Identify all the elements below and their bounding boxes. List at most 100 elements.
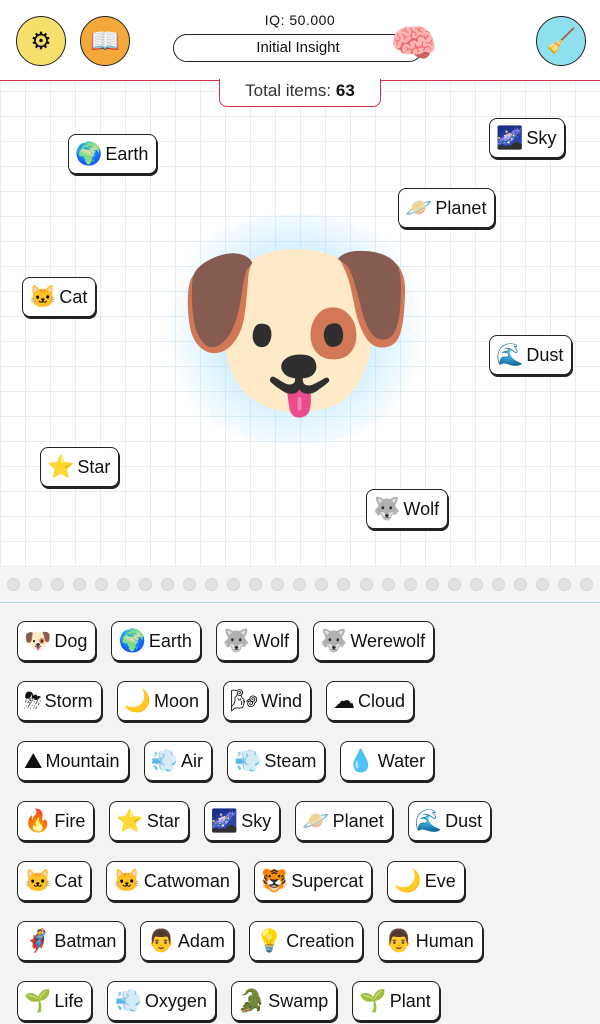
steam-icon: 💨	[233, 748, 262, 773]
inventory-row: ⛰ Mountain 💨 Air 💨 Steam 💧 Water	[17, 741, 435, 781]
inventory-item-supercat[interactable]: 🐯 Supercat	[253, 861, 373, 901]
gear-icon: ⚙	[30, 27, 52, 55]
inventory-item-sky[interactable]: 🌌 Sky	[203, 801, 281, 841]
item-label: Cat	[54, 870, 83, 891]
inventory-item-mountain[interactable]: ⛰ Mountain	[17, 741, 129, 781]
binding-ring	[469, 578, 483, 591]
inventory-item-steam[interactable]: 💨 Steam	[226, 741, 326, 781]
canvas-item-wolf[interactable]: 🐺 Wolf	[366, 489, 449, 529]
inventory-item-dog[interactable]: 🐶 Dog	[17, 621, 97, 661]
total-items: Total items: 63	[219, 79, 381, 107]
canvas-item-sky[interactable]: 🌌 Sky	[489, 118, 566, 158]
cat-icon: 🐱	[29, 284, 57, 309]
inventory-panel[interactable]: 🐶 Dog 🌍 Earth 🐺 Wolf 🐺 Werewolf ⛈ Storm 🌙 Moon 🌬 Wind…	[0, 604, 600, 1024]
binding-ring	[513, 578, 527, 591]
inventory-item-eve[interactable]: 🌙 Eve	[387, 861, 465, 901]
inventory-item-oxygen[interactable]: 💨 Oxygen	[107, 981, 216, 1021]
inventory-item-air[interactable]: 💨 Air	[143, 741, 212, 781]
canvas-item-cat[interactable]: 🐱 Cat	[22, 277, 97, 317]
inventory-item-wind[interactable]: 🌬 Wind	[223, 681, 312, 721]
wolf-icon: 🐺	[222, 628, 251, 653]
binding-ring	[447, 578, 461, 591]
item-label: Oxygen	[144, 990, 207, 1011]
inventory-item-water[interactable]: 💧 Water	[340, 741, 435, 781]
item-label: Human	[415, 930, 474, 951]
dust-icon: 🌊	[496, 342, 524, 367]
crafting-canvas[interactable]: Total items: 63 🐶 🌍 Earth 🌌 Sky 🪐 Planet 🐱 C…	[0, 79, 600, 567]
binding-ring	[50, 578, 64, 591]
inventory-item-werewolf[interactable]: 🐺 Werewolf	[312, 621, 435, 661]
human-icon: 👨	[385, 928, 413, 953]
dog-icon[interactable]: 🐶	[150, 214, 442, 444]
total-label: Total items:	[245, 81, 332, 100]
inventory-item-cloud[interactable]: ☁ Cloud	[326, 681, 415, 721]
inventory-item-dust[interactable]: 🌊 Dust	[407, 801, 492, 841]
inventory-item-wolf[interactable]: 🐺 Wolf	[215, 621, 298, 661]
book-icon: 📖	[90, 27, 120, 55]
adam-icon: 👨	[147, 928, 175, 953]
binding-ring	[116, 578, 130, 591]
binding-ring	[359, 578, 373, 591]
item-label: Creation	[286, 930, 355, 951]
iq-score: IQ: 50.000	[264, 12, 336, 28]
wind-icon: 🌬	[230, 688, 258, 713]
mountain-icon: ⛰	[24, 748, 43, 773]
item-label: Earth	[105, 143, 149, 164]
item-label: Werewolf	[350, 630, 426, 651]
clear-board-button[interactable]: 🧹	[536, 16, 586, 66]
inventory-item-planet[interactable]: 🪐 Planet	[295, 801, 393, 841]
inventory-item-fire[interactable]: 🔥 Fire	[17, 801, 95, 841]
inventory-item-life[interactable]: 🌱 Life	[17, 981, 93, 1021]
eve-icon: 🌙	[394, 868, 422, 893]
inventory-item-plant[interactable]: 🌱 Plant	[352, 981, 440, 1021]
binding-ring	[558, 578, 572, 591]
binding-ring	[293, 578, 307, 591]
inventory-item-earth[interactable]: 🌍 Earth	[111, 621, 201, 661]
binding-ring	[425, 578, 439, 591]
inventory-item-adam[interactable]: 👨 Adam	[140, 921, 234, 961]
inventory-row: 🐱 Cat 🐱 Catwoman 🐯 Supercat 🌙 Eve	[17, 861, 465, 901]
item-label: Life	[54, 990, 84, 1011]
canvas-item-planet[interactable]: 🪐 Planet	[398, 188, 496, 228]
item-label: Mountain	[45, 750, 120, 771]
swamp-icon: 🐊	[237, 988, 266, 1013]
sky-icon: 🌌	[496, 125, 524, 150]
cloud-icon: ☁	[333, 688, 356, 713]
inventory-row: 🌱 Life 💨 Oxygen 🐊 Swamp 🌱 Plant	[17, 981, 440, 1021]
life-icon: 🌱	[24, 988, 52, 1013]
inventory-item-storm[interactable]: ⛈ Storm	[17, 681, 102, 721]
inventory-item-batman[interactable]: 🦸 Batman	[17, 921, 126, 961]
storm-icon: ⛈	[24, 688, 42, 713]
plant-icon: 🌱	[359, 988, 387, 1013]
binding-ring	[381, 578, 395, 591]
binding-ring	[271, 578, 285, 591]
oxygen-icon: 💨	[114, 988, 142, 1013]
catwoman-icon: 🐱	[113, 868, 141, 893]
inventory-item-star[interactable]: ⭐ Star	[109, 801, 189, 841]
inventory-row: 🔥 Fire ⭐ Star 🌌 Sky 🪐 Planet 🌊 Dust	[17, 801, 492, 841]
dust-icon: 🌊	[414, 808, 443, 833]
water-icon: 💧	[347, 748, 375, 773]
air-icon: 💨	[150, 748, 178, 773]
canvas-item-earth[interactable]: 🌍 Earth	[68, 134, 158, 174]
item-label: Catwoman	[143, 870, 230, 891]
binding-ring	[6, 578, 20, 591]
binding-ring	[491, 578, 505, 591]
binding-ring	[249, 578, 263, 591]
inventory-item-human[interactable]: 👨 Human	[378, 921, 483, 961]
inventory-item-swamp[interactable]: 🐊 Swamp	[230, 981, 338, 1021]
star-icon: ⭐	[116, 808, 144, 833]
inventory-item-moon[interactable]: 🌙 Moon	[116, 681, 209, 721]
canvas-item-dust[interactable]: 🌊 Dust	[489, 335, 573, 375]
inventory-item-catwoman[interactable]: 🐱 Catwoman	[106, 861, 239, 901]
binding-ring	[160, 578, 174, 591]
earth-icon: 🌍	[118, 628, 146, 653]
planet-icon: 🪐	[405, 195, 433, 220]
inventory-item-creation[interactable]: 💡 Creation	[248, 921, 364, 961]
sky-icon: 🌌	[210, 808, 239, 833]
item-label: Supercat	[291, 870, 364, 891]
item-label: Wolf	[403, 498, 440, 519]
inventory-item-cat[interactable]: 🐱 Cat	[17, 861, 92, 901]
canvas-item-star[interactable]: ⭐ Star	[40, 447, 120, 487]
creation-icon: 💡	[255, 928, 284, 953]
